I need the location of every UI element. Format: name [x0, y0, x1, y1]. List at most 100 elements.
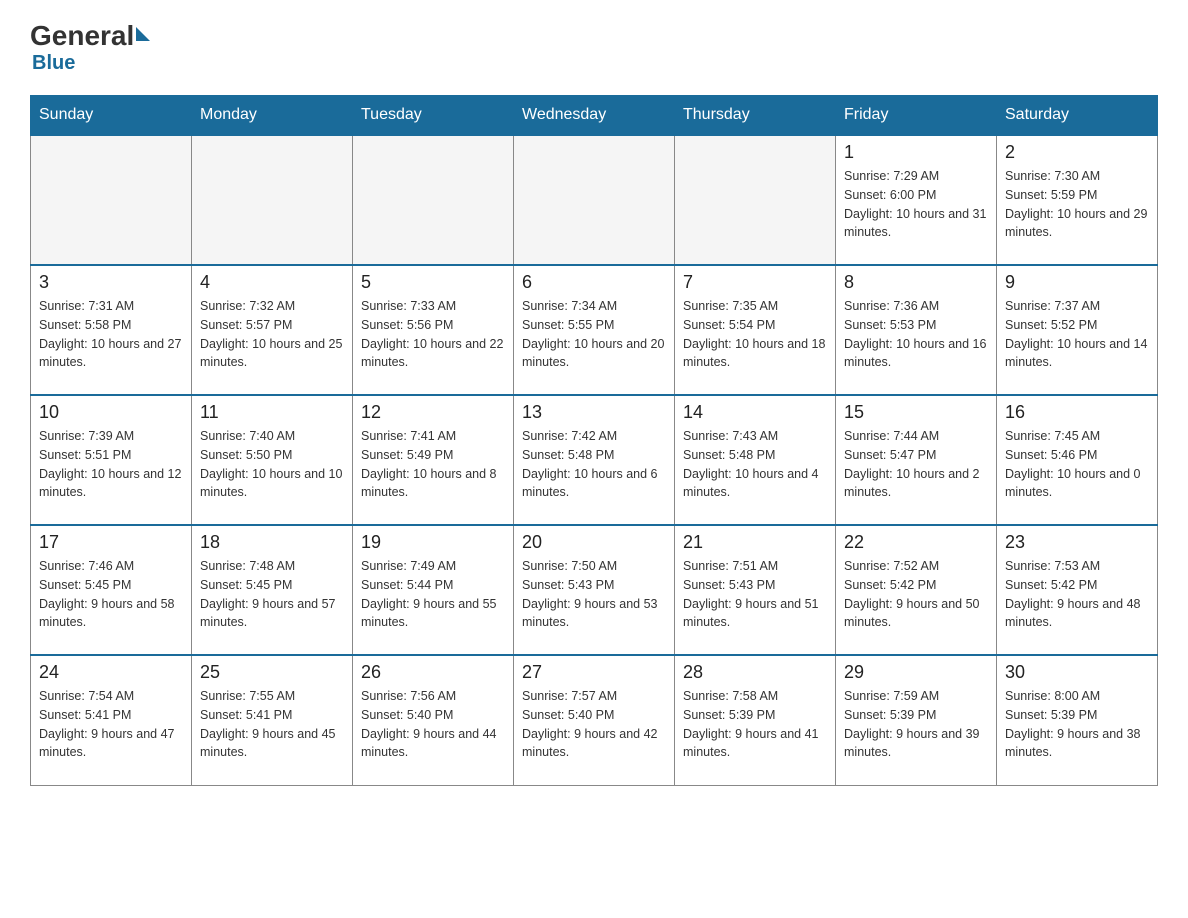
day-info: Sunrise: 7:29 AMSunset: 6:00 PMDaylight:…: [844, 167, 988, 242]
day-info: Sunrise: 7:57 AMSunset: 5:40 PMDaylight:…: [522, 687, 666, 762]
calendar-cell: 9 Sunrise: 7:37 AMSunset: 5:52 PMDaylight…: [997, 265, 1158, 395]
weekday-header-thursday: Thursday: [675, 96, 836, 136]
calendar-cell: 6 Sunrise: 7:34 AMSunset: 5:55 PMDaylight…: [514, 265, 675, 395]
day-info: Sunrise: 7:33 AMSunset: 5:56 PMDaylight:…: [361, 297, 505, 372]
day-number: 6: [522, 272, 666, 293]
day-info: Sunrise: 7:42 AMSunset: 5:48 PMDaylight:…: [522, 427, 666, 502]
day-number: 18: [200, 532, 344, 553]
day-number: 1: [844, 142, 988, 163]
day-number: 3: [39, 272, 183, 293]
calendar-week-row: 3 Sunrise: 7:31 AMSunset: 5:58 PMDaylight…: [31, 265, 1158, 395]
calendar-cell: 11 Sunrise: 7:40 AMSunset: 5:50 PMDayligh…: [192, 395, 353, 525]
day-info: Sunrise: 7:52 AMSunset: 5:42 PMDaylight:…: [844, 557, 988, 632]
weekday-header-sunday: Sunday: [31, 96, 192, 136]
day-number: 16: [1005, 402, 1149, 423]
day-number: 9: [1005, 272, 1149, 293]
day-info: Sunrise: 7:36 AMSunset: 5:53 PMDaylight:…: [844, 297, 988, 372]
day-info: Sunrise: 7:35 AMSunset: 5:54 PMDaylight:…: [683, 297, 827, 372]
calendar-cell: [514, 135, 675, 265]
calendar-cell: 24Sunrise: 7:54 AMSunset: 5:41 PMDayligh…: [31, 655, 192, 785]
day-info: Sunrise: 7:51 AMSunset: 5:43 PMDaylight:…: [683, 557, 827, 632]
calendar-cell: 8 Sunrise: 7:36 AMSunset: 5:53 PMDaylight…: [836, 265, 997, 395]
day-info: Sunrise: 7:49 AMSunset: 5:44 PMDaylight:…: [361, 557, 505, 632]
day-number: 26: [361, 662, 505, 683]
day-info: Sunrise: 7:59 AMSunset: 5:39 PMDaylight:…: [844, 687, 988, 762]
calendar-header-row: SundayMondayTuesdayWednesdayThursdayFrid…: [31, 96, 1158, 136]
day-number: 12: [361, 402, 505, 423]
day-number: 28: [683, 662, 827, 683]
calendar-cell: [675, 135, 836, 265]
calendar-cell: 14Sunrise: 7:43 AMSunset: 5:48 PMDayligh…: [675, 395, 836, 525]
day-number: 22: [844, 532, 988, 553]
day-info: Sunrise: 7:43 AMSunset: 5:48 PMDaylight:…: [683, 427, 827, 502]
calendar-week-row: 24Sunrise: 7:54 AMSunset: 5:41 PMDayligh…: [31, 655, 1158, 785]
day-info: Sunrise: 7:34 AMSunset: 5:55 PMDaylight:…: [522, 297, 666, 372]
day-number: 29: [844, 662, 988, 683]
calendar-cell: 17 Sunrise: 7:46 AMSunset: 5:45 PMDayligh…: [31, 525, 192, 655]
page-header: General Blue: [30, 20, 1158, 75]
calendar-cell: [192, 135, 353, 265]
calendar-cell: 15 Sunrise: 7:44 AMSunset: 5:47 PMDayligh…: [836, 395, 997, 525]
calendar-cell: 10 Sunrise: 7:39 AMSunset: 5:51 PMDayligh…: [31, 395, 192, 525]
day-number: 5: [361, 272, 505, 293]
calendar-cell: 28Sunrise: 7:58 AMSunset: 5:39 PMDayligh…: [675, 655, 836, 785]
day-number: 4: [200, 272, 344, 293]
day-number: 13: [522, 402, 666, 423]
calendar-table: SundayMondayTuesdayWednesdayThursdayFrid…: [30, 95, 1158, 786]
logo-general-text: General: [30, 20, 134, 52]
day-info: Sunrise: 7:39 AMSunset: 5:51 PMDaylight:…: [39, 427, 183, 502]
day-number: 30: [1005, 662, 1149, 683]
day-info: Sunrise: 7:50 AMSunset: 5:43 PMDaylight:…: [522, 557, 666, 632]
calendar-week-row: 1 Sunrise: 7:29 AMSunset: 6:00 PMDaylight…: [31, 135, 1158, 265]
logo-arrow-icon: [136, 27, 150, 41]
calendar-cell: [353, 135, 514, 265]
calendar-week-row: 17 Sunrise: 7:46 AMSunset: 5:45 PMDayligh…: [31, 525, 1158, 655]
day-info: Sunrise: 7:55 AMSunset: 5:41 PMDaylight:…: [200, 687, 344, 762]
calendar-cell: 19Sunrise: 7:49 AMSunset: 5:44 PMDayligh…: [353, 525, 514, 655]
calendar-week-row: 10 Sunrise: 7:39 AMSunset: 5:51 PMDayligh…: [31, 395, 1158, 525]
day-info: Sunrise: 7:37 AMSunset: 5:52 PMDaylight:…: [1005, 297, 1149, 372]
day-info: Sunrise: 8:00 AMSunset: 5:39 PMDaylight:…: [1005, 687, 1149, 762]
weekday-header-wednesday: Wednesday: [514, 96, 675, 136]
day-number: 15: [844, 402, 988, 423]
day-info: Sunrise: 7:56 AMSunset: 5:40 PMDaylight:…: [361, 687, 505, 762]
day-info: Sunrise: 7:46 AMSunset: 5:45 PMDaylight:…: [39, 557, 183, 632]
weekday-header-saturday: Saturday: [997, 96, 1158, 136]
weekday-header-monday: Monday: [192, 96, 353, 136]
day-info: Sunrise: 7:54 AMSunset: 5:41 PMDaylight:…: [39, 687, 183, 762]
calendar-cell: 1 Sunrise: 7:29 AMSunset: 6:00 PMDaylight…: [836, 135, 997, 265]
calendar-cell: 13 Sunrise: 7:42 AMSunset: 5:48 PMDayligh…: [514, 395, 675, 525]
calendar-cell: 4 Sunrise: 7:32 AMSunset: 5:57 PMDaylight…: [192, 265, 353, 395]
day-info: Sunrise: 7:44 AMSunset: 5:47 PMDaylight:…: [844, 427, 988, 502]
calendar-cell: 18Sunrise: 7:48 AMSunset: 5:45 PMDayligh…: [192, 525, 353, 655]
day-info: Sunrise: 7:32 AMSunset: 5:57 PMDaylight:…: [200, 297, 344, 372]
day-info: Sunrise: 7:31 AMSunset: 5:58 PMDaylight:…: [39, 297, 183, 372]
day-info: Sunrise: 7:45 AMSunset: 5:46 PMDaylight:…: [1005, 427, 1149, 502]
day-info: Sunrise: 7:40 AMSunset: 5:50 PMDaylight:…: [200, 427, 344, 502]
calendar-cell: 27Sunrise: 7:57 AMSunset: 5:40 PMDayligh…: [514, 655, 675, 785]
logo-blue-text: Blue: [32, 52, 75, 74]
calendar-cell: 2Sunrise: 7:30 AMSunset: 5:59 PMDaylight…: [997, 135, 1158, 265]
day-number: 8: [844, 272, 988, 293]
calendar-cell: 12 Sunrise: 7:41 AMSunset: 5:49 PMDayligh…: [353, 395, 514, 525]
calendar-cell: 29 Sunrise: 7:59 AMSunset: 5:39 PMDayligh…: [836, 655, 997, 785]
day-number: 20: [522, 532, 666, 553]
day-number: 10: [39, 402, 183, 423]
day-info: Sunrise: 7:53 AMSunset: 5:42 PMDaylight:…: [1005, 557, 1149, 632]
calendar-cell: 20 Sunrise: 7:50 AMSunset: 5:43 PMDayligh…: [514, 525, 675, 655]
calendar-cell: [31, 135, 192, 265]
day-number: 7: [683, 272, 827, 293]
calendar-cell: 3 Sunrise: 7:31 AMSunset: 5:58 PMDaylight…: [31, 265, 192, 395]
calendar-cell: 7 Sunrise: 7:35 AMSunset: 5:54 PMDaylight…: [675, 265, 836, 395]
weekday-header-tuesday: Tuesday: [353, 96, 514, 136]
calendar-cell: 25Sunrise: 7:55 AMSunset: 5:41 PMDayligh…: [192, 655, 353, 785]
calendar-cell: 21 Sunrise: 7:51 AMSunset: 5:43 PMDayligh…: [675, 525, 836, 655]
day-number: 17: [39, 532, 183, 553]
day-number: 11: [200, 402, 344, 423]
calendar-cell: 23Sunrise: 7:53 AMSunset: 5:42 PMDayligh…: [997, 525, 1158, 655]
day-info: Sunrise: 7:41 AMSunset: 5:49 PMDaylight:…: [361, 427, 505, 502]
weekday-header-friday: Friday: [836, 96, 997, 136]
day-number: 2: [1005, 142, 1149, 163]
day-number: 21: [683, 532, 827, 553]
calendar-cell: 22 Sunrise: 7:52 AMSunset: 5:42 PMDayligh…: [836, 525, 997, 655]
